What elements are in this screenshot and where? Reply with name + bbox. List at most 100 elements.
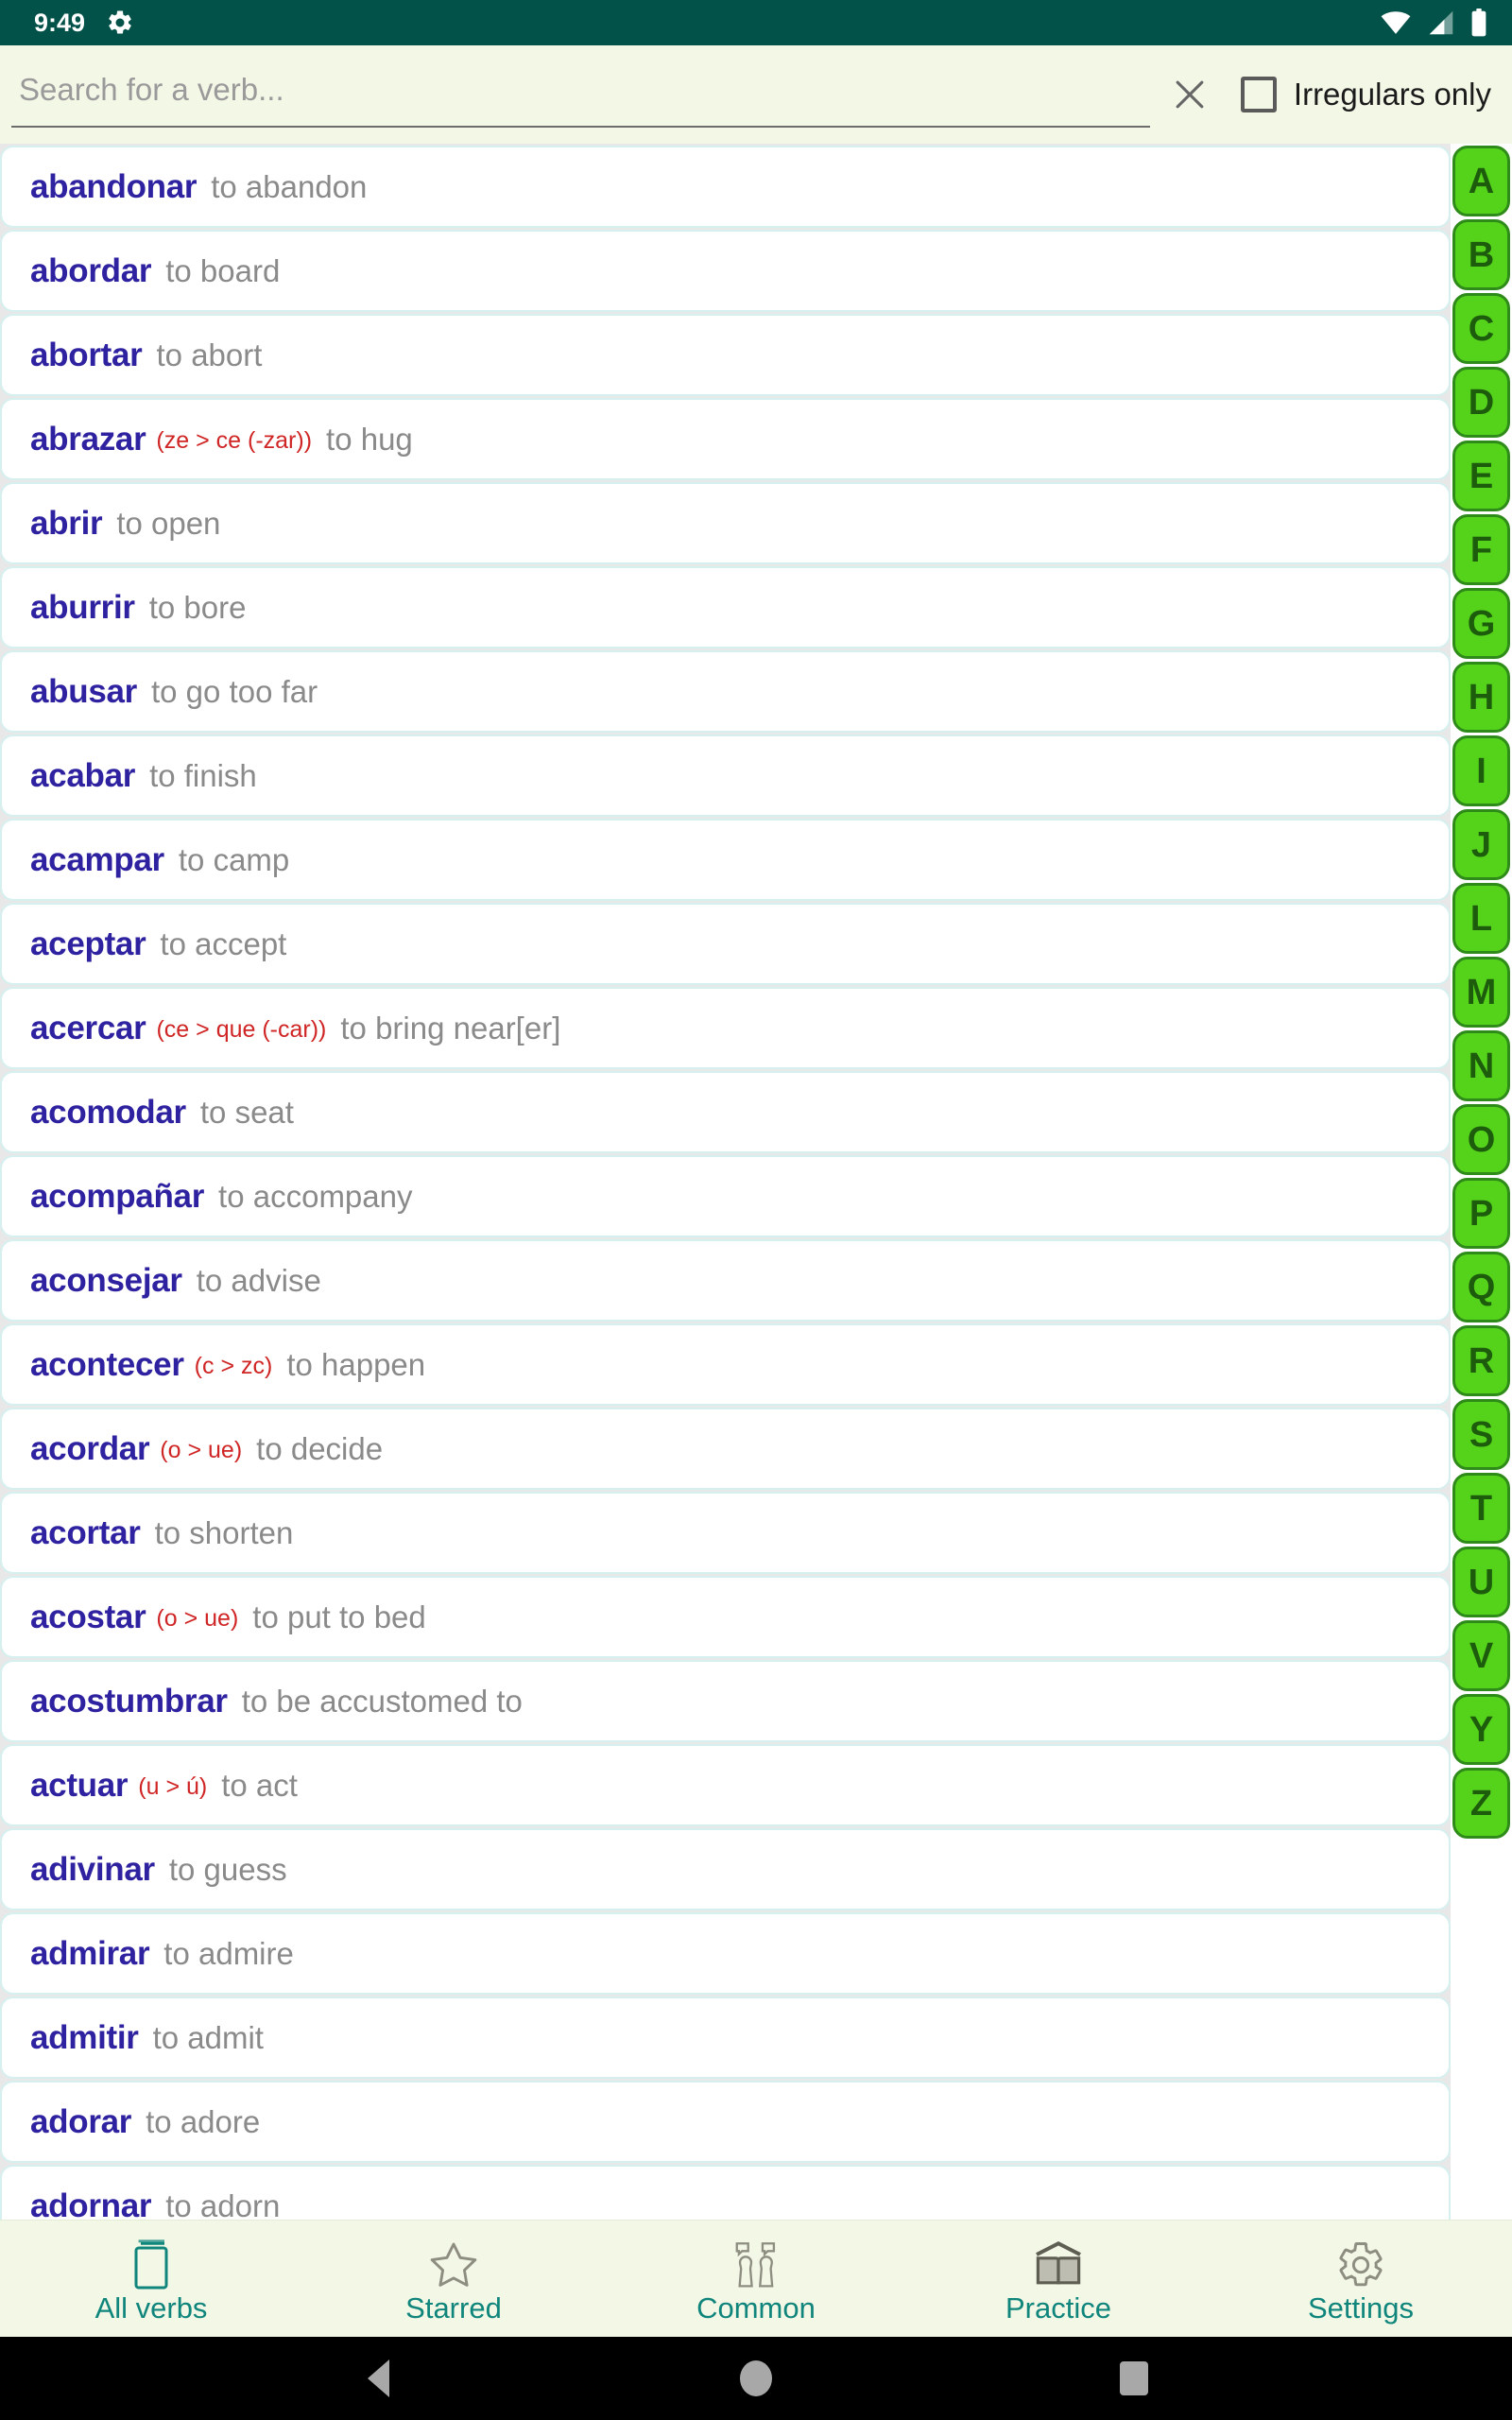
nav-item-settings[interactable]: Settings bbox=[1210, 2221, 1512, 2337]
verb-translation: to admit bbox=[152, 2019, 264, 2055]
verb-translation: to shorten bbox=[154, 1514, 294, 1550]
alpha-index-i[interactable]: I bbox=[1452, 735, 1510, 806]
verb-name: abrir bbox=[30, 504, 103, 542]
verb-row[interactable]: admirar to admire bbox=[0, 1912, 1451, 1995]
gear-icon bbox=[1335, 2238, 1386, 2290]
alpha-index-v[interactable]: V bbox=[1452, 1620, 1510, 1691]
verb-row[interactable]: abrir to open bbox=[0, 482, 1451, 564]
star-icon bbox=[428, 2238, 479, 2290]
alpha-index-l[interactable]: L bbox=[1452, 883, 1510, 954]
verb-name: acomodar bbox=[30, 1093, 186, 1131]
nav-label-all-verbs: All verbs bbox=[94, 2291, 208, 2325]
app-window: 9:49 Search for a verb... Irregulars onl… bbox=[0, 0, 1512, 2420]
verb-row[interactable]: abusar to go too far bbox=[0, 650, 1451, 733]
nav-item-common[interactable]: Common bbox=[605, 2221, 907, 2337]
verb-translation: to bring near[er] bbox=[340, 1010, 561, 1046]
verb-row[interactable]: aburrir to bore bbox=[0, 566, 1451, 648]
alpha-index-m[interactable]: M bbox=[1452, 957, 1510, 1028]
verb-row[interactable]: abordar to board bbox=[0, 230, 1451, 312]
verb-row[interactable]: acostumbrar to be accustomed to bbox=[0, 1660, 1451, 1742]
verb-row[interactable]: acampar to camp bbox=[0, 819, 1451, 901]
alpha-index-u[interactable]: U bbox=[1452, 1547, 1510, 1617]
verb-row[interactable]: acordar (o > ue) to decide bbox=[0, 1408, 1451, 1490]
verb-row[interactable]: adorar to adore bbox=[0, 2081, 1451, 2163]
verb-translation: to abort bbox=[156, 337, 263, 372]
verb-row[interactable]: acomodar to seat bbox=[0, 1071, 1451, 1153]
alpha-index-r[interactable]: R bbox=[1452, 1325, 1510, 1396]
alpha-index-e[interactable]: E bbox=[1452, 441, 1510, 511]
home-button[interactable] bbox=[699, 2337, 813, 2420]
verb-irregular-note: (ze > ce (-zar)) bbox=[156, 427, 313, 454]
verb-list[interactable]: abandonar to abandon abordar to board aborta… bbox=[0, 144, 1451, 2220]
alpha-index-n[interactable]: N bbox=[1452, 1030, 1510, 1101]
verb-translation: to seat bbox=[199, 1094, 294, 1130]
battery-icon bbox=[1470, 9, 1487, 37]
alpha-index-b[interactable]: B bbox=[1452, 219, 1510, 290]
verb-name: admirar bbox=[30, 1934, 150, 1972]
verb-row[interactable]: acortar to shorten bbox=[0, 1492, 1451, 1574]
alpha-index-z[interactable]: Z bbox=[1452, 1768, 1510, 1839]
alpha-index-c[interactable]: C bbox=[1452, 293, 1510, 364]
verb-row[interactable]: aconsejar to advise bbox=[0, 1239, 1451, 1322]
alpha-index-y[interactable]: Y bbox=[1452, 1694, 1510, 1765]
verb-name: acostar bbox=[30, 1598, 146, 1635]
verb-row[interactable]: acompañar to accompany bbox=[0, 1155, 1451, 1237]
verb-name: acabar bbox=[30, 756, 136, 794]
nav-label-starred: Starred bbox=[405, 2291, 502, 2325]
alpha-index-s[interactable]: S bbox=[1452, 1399, 1510, 1470]
verb-row[interactable]: adivinar to guess bbox=[0, 1828, 1451, 1910]
verb-translation: to finish bbox=[149, 757, 257, 793]
search-input[interactable] bbox=[11, 61, 1150, 128]
wifi-icon bbox=[1380, 9, 1412, 36]
verb-row[interactable]: acontecer (c > zc) to happen bbox=[0, 1323, 1451, 1406]
verb-translation: to guess bbox=[168, 1851, 287, 1887]
verb-name: aburrir bbox=[30, 588, 135, 626]
alpha-index-t[interactable]: T bbox=[1452, 1473, 1510, 1544]
alpha-index-o[interactable]: O bbox=[1452, 1104, 1510, 1175]
nav-item-practice[interactable]: Practice bbox=[907, 2221, 1210, 2337]
status-bar: 9:49 bbox=[0, 0, 1512, 45]
people-talking-icon bbox=[730, 2238, 782, 2290]
clear-search-button[interactable] bbox=[1154, 59, 1226, 130]
verb-name: abortar bbox=[30, 336, 143, 373]
irregulars-only-toggle[interactable]: Irregulars only bbox=[1240, 77, 1491, 112]
nav-label-settings: Settings bbox=[1307, 2291, 1414, 2325]
verb-row[interactable]: acercar (ce > que (-car)) to bring near[er… bbox=[0, 987, 1451, 1069]
status-bar-left: 9:49 bbox=[34, 9, 134, 37]
alpha-index-p[interactable]: P bbox=[1452, 1178, 1510, 1249]
verb-row[interactable]: actuar (u > ú) to act bbox=[0, 1744, 1451, 1826]
nav-item-starred[interactable]: Starred bbox=[302, 2221, 605, 2337]
recents-button[interactable] bbox=[1077, 2337, 1191, 2420]
alpha-index-g[interactable]: G bbox=[1452, 588, 1510, 659]
verb-translation: to abandon bbox=[211, 168, 368, 204]
verb-row[interactable]: adornar to adorn bbox=[0, 2165, 1451, 2220]
alphabet-index-sidebar[interactable]: ABCDEFGHIJLMNOPQRSTUVYZ bbox=[1451, 144, 1512, 2220]
verb-row[interactable]: aceptar to accept bbox=[0, 903, 1451, 985]
back-button[interactable] bbox=[321, 2337, 435, 2420]
android-navigation-bar bbox=[0, 2337, 1512, 2420]
verb-row[interactable]: abortar to abort bbox=[0, 314, 1451, 396]
alpha-index-a[interactable]: A bbox=[1452, 146, 1510, 216]
verb-translation: to adorn bbox=[165, 2187, 281, 2221]
irregulars-only-checkbox[interactable] bbox=[1240, 77, 1277, 112]
search-bar: Irregulars only bbox=[0, 45, 1512, 144]
alpha-index-h[interactable]: H bbox=[1452, 662, 1510, 733]
verb-row[interactable]: abrazar (ze > ce (-zar)) to hug bbox=[0, 398, 1451, 480]
verb-name: abordar bbox=[30, 251, 152, 289]
alpha-index-f[interactable]: F bbox=[1452, 514, 1510, 585]
alpha-index-q[interactable]: Q bbox=[1452, 1252, 1510, 1322]
verb-row[interactable]: acostar (o > ue) to put to bed bbox=[0, 1576, 1451, 1658]
nav-item-all-verbs[interactable]: All verbs bbox=[0, 2221, 302, 2337]
alpha-index-d[interactable]: D bbox=[1452, 367, 1510, 438]
verb-name: adorar bbox=[30, 2102, 132, 2140]
irregulars-only-label: Irregulars only bbox=[1293, 77, 1491, 112]
alpha-index-j[interactable]: J bbox=[1452, 809, 1510, 880]
search-field-wrap bbox=[11, 60, 1150, 130]
verb-name: acercar bbox=[30, 1009, 146, 1046]
verb-row[interactable]: acabar to finish bbox=[0, 735, 1451, 817]
verb-row[interactable]: abandonar to abandon bbox=[0, 146, 1451, 228]
verb-translation: to admire bbox=[163, 1935, 294, 1971]
verb-name: abrazar bbox=[30, 420, 146, 458]
verb-row[interactable]: admitir to admit bbox=[0, 1996, 1451, 2079]
book-closed-icon bbox=[127, 2238, 176, 2290]
